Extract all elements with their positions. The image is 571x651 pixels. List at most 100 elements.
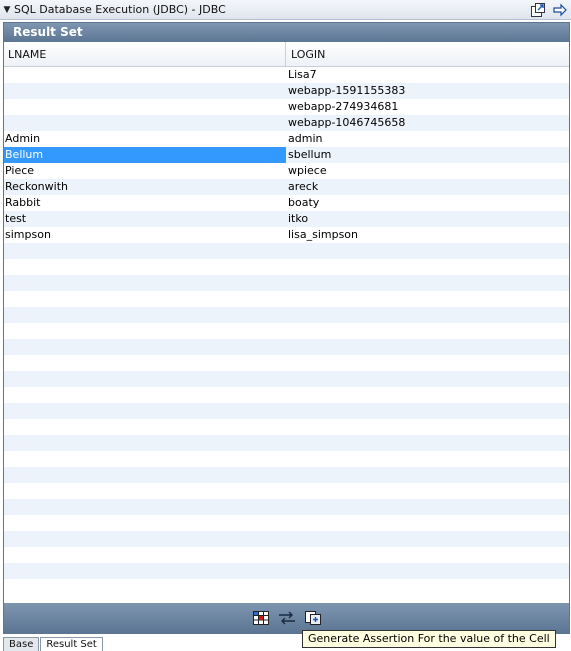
grid-icon[interactable] — [252, 610, 270, 626]
cell-login[interactable] — [286, 291, 569, 307]
cell-lname[interactable] — [4, 531, 286, 547]
cell-lname[interactable] — [4, 547, 286, 563]
cell-lname[interactable] — [4, 403, 286, 419]
cell-login[interactable]: areck — [286, 179, 569, 195]
cell-lname[interactable] — [4, 371, 286, 387]
cell-login[interactable]: wpiece — [286, 163, 569, 179]
table-row[interactable] — [4, 355, 569, 371]
cell-lname[interactable]: simpson — [4, 227, 286, 243]
cell-login[interactable] — [286, 531, 569, 547]
cell-login[interactable]: lisa_simpson — [286, 227, 569, 243]
cell-lname[interactable] — [4, 339, 286, 355]
cell-login[interactable] — [286, 467, 569, 483]
cell-lname[interactable] — [4, 99, 286, 115]
table-row[interactable] — [4, 307, 569, 323]
cell-lname[interactable]: Admin — [4, 131, 286, 147]
cell-login[interactable]: webapp-274934681 — [286, 99, 569, 115]
cell-lname[interactable] — [4, 259, 286, 275]
table-row[interactable] — [4, 531, 569, 547]
table-row[interactable] — [4, 323, 569, 339]
cell-login[interactable]: itko — [286, 211, 569, 227]
cell-lname[interactable] — [4, 83, 286, 99]
table-row[interactable] — [4, 259, 569, 275]
cell-login[interactable] — [286, 419, 569, 435]
table-row[interactable]: test itko — [4, 211, 569, 227]
cell-lname[interactable] — [4, 483, 286, 499]
cell-lname[interactable] — [4, 451, 286, 467]
cell-lname[interactable] — [4, 467, 286, 483]
cell-lname[interactable] — [4, 435, 286, 451]
table-row[interactable]: Rabbit boaty — [4, 195, 569, 211]
table-row[interactable] — [4, 419, 569, 435]
cell-lname[interactable] — [4, 499, 286, 515]
cell-lname[interactable] — [4, 67, 286, 83]
cell-login[interactable] — [286, 499, 569, 515]
cell-lname[interactable]: Bellum — [4, 147, 286, 163]
cell-login[interactable] — [286, 483, 569, 499]
generate-assertion-icon[interactable] — [304, 610, 322, 626]
cell-lname[interactable]: Piece — [4, 163, 286, 179]
column-header-lname[interactable]: LNAME — [4, 42, 286, 66]
cell-login[interactable]: admin — [286, 131, 569, 147]
cell-login[interactable]: webapp-1046745658 — [286, 115, 569, 131]
cell-lname[interactable]: test — [4, 211, 286, 227]
cell-login[interactable]: webapp-1591155383 — [286, 83, 569, 99]
table-row[interactable] — [4, 275, 569, 291]
cell-lname[interactable] — [4, 515, 286, 531]
cell-lname[interactable] — [4, 115, 286, 131]
table-row[interactable] — [4, 387, 569, 403]
table-row[interactable]: webapp-1046745658 — [4, 115, 569, 131]
table-row[interactable]: Piece wpiece — [4, 163, 569, 179]
cell-login[interactable] — [286, 307, 569, 323]
cell-login[interactable] — [286, 339, 569, 355]
swap-arrows-icon[interactable] — [278, 610, 296, 626]
cell-lname[interactable] — [4, 387, 286, 403]
next-step-arrow-icon[interactable] — [551, 1, 569, 18]
cell-login[interactable] — [286, 547, 569, 563]
table-row[interactable]: webapp-274934681 — [4, 99, 569, 115]
cell-login[interactable] — [286, 259, 569, 275]
table-row[interactable]: Lisa7 — [4, 67, 569, 83]
tab-base[interactable]: Base — [3, 637, 40, 651]
table-row[interactable]: Admin admin — [4, 131, 569, 147]
table-row[interactable] — [4, 467, 569, 483]
table-row[interactable] — [4, 451, 569, 467]
cell-login[interactable] — [286, 275, 569, 291]
cell-lname[interactable] — [4, 307, 286, 323]
cell-login[interactable]: Lisa7 — [286, 67, 569, 83]
cell-login[interactable]: boaty — [286, 195, 569, 211]
cell-lname[interactable]: Rabbit — [4, 195, 286, 211]
cell-lname[interactable] — [4, 419, 286, 435]
cell-lname[interactable]: Reckonwith — [4, 179, 286, 195]
cell-login[interactable] — [286, 355, 569, 371]
cell-lname[interactable] — [4, 291, 286, 307]
cell-login[interactable] — [286, 451, 569, 467]
cell-login[interactable] — [286, 243, 569, 259]
detach-window-icon[interactable] — [529, 1, 547, 18]
cell-login[interactable]: sbellum — [286, 147, 569, 163]
table-row[interactable] — [4, 243, 569, 259]
table-row[interactable] — [4, 547, 569, 563]
table-row[interactable] — [4, 563, 569, 579]
cell-login[interactable] — [286, 323, 569, 339]
cell-login[interactable] — [286, 579, 569, 595]
cell-lname[interactable] — [4, 579, 286, 595]
cell-lname[interactable] — [4, 275, 286, 291]
cell-login[interactable] — [286, 403, 569, 419]
table-row[interactable] — [4, 371, 569, 387]
table-row[interactable]: simpson lisa_simpson — [4, 227, 569, 243]
cell-lname[interactable] — [4, 243, 286, 259]
table-row[interactable] — [4, 499, 569, 515]
cell-login[interactable] — [286, 371, 569, 387]
table-row[interactable]: Bellum sbellum — [4, 147, 569, 163]
cell-login[interactable] — [286, 563, 569, 579]
table-row[interactable] — [4, 483, 569, 499]
cell-lname[interactable] — [4, 563, 286, 579]
cell-lname[interactable] — [4, 355, 286, 371]
cell-login[interactable] — [286, 435, 569, 451]
tab-result-set[interactable]: Result Set — [40, 637, 103, 651]
table-row[interactable] — [4, 403, 569, 419]
table-row[interactable] — [4, 515, 569, 531]
collapse-triangle-icon[interactable]: ▼ — [0, 5, 14, 15]
column-header-login[interactable]: LOGIN — [286, 42, 569, 66]
